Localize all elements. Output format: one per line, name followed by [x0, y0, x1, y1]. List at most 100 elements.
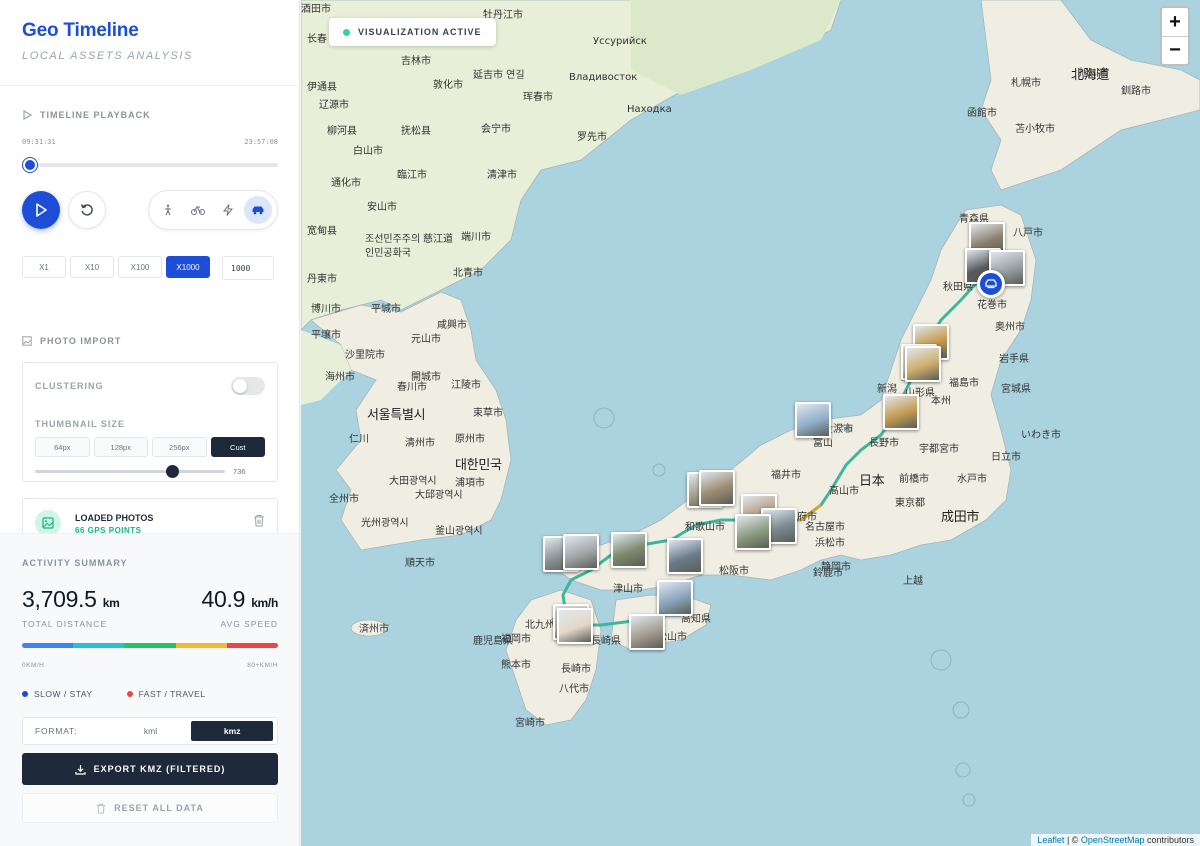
osm-link[interactable]: OpenStreetMap — [1081, 835, 1145, 845]
reset-all-button[interactable]: RESET ALL DATA — [22, 793, 278, 823]
download-icon — [74, 764, 86, 775]
app-title: Geo Timeline — [22, 20, 139, 41]
map-label: 成田市 — [941, 510, 980, 525]
photo-thumbnail[interactable] — [611, 532, 647, 568]
photo-thumbnail[interactable] — [905, 346, 941, 382]
map-label: 慈江道 — [423, 234, 453, 245]
photo-thumbnail[interactable] — [657, 580, 693, 616]
map-label: 北海道 — [1071, 68, 1110, 83]
map-label: 釧路市 — [1121, 86, 1151, 97]
map-label: 春川市 — [397, 382, 427, 393]
map-label: 吉林市 — [401, 56, 431, 67]
export-label: EXPORT KMZ (FILTERED) — [93, 764, 226, 774]
speed-button-x100[interactable]: X100 — [118, 256, 162, 278]
speed-button-x10[interactable]: X10 — [70, 256, 114, 278]
speed-min-label: 0KM/H — [22, 662, 45, 669]
map-label: 宮崎市 — [515, 718, 545, 729]
speed-unit: km/h — [251, 596, 278, 610]
bike-icon — [191, 206, 205, 215]
mode-car[interactable] — [244, 196, 272, 224]
mode-fast[interactable] — [214, 196, 242, 224]
map-label: 大田광역시 — [389, 476, 437, 487]
map-label: 東京都 — [895, 498, 925, 509]
thumb-size-128px[interactable]: 128px — [93, 437, 148, 457]
map-label: 束草市 — [473, 408, 503, 419]
format-label: FORMAT: — [35, 726, 78, 736]
timeline-slider[interactable] — [22, 158, 278, 172]
map-label: 花巻市 — [977, 300, 1007, 311]
distance-value: 3,709.5 — [22, 586, 97, 612]
photo-thumbnail[interactable] — [699, 470, 735, 506]
map-label: 罗先市 — [577, 132, 607, 143]
thumb-size-cust[interactable]: Cust — [210, 437, 265, 457]
map-label: Владивосток — [569, 72, 638, 83]
travel-mode-selector — [148, 190, 278, 230]
map-label: 宮城県 — [1001, 384, 1031, 395]
visualization-badge: VISUALIZATION ACTIVE — [329, 18, 496, 46]
zoom-out-button[interactable]: − — [1162, 36, 1188, 64]
map-label: 平壤市 — [311, 330, 341, 341]
map-label: 인민공화국 — [365, 248, 411, 259]
current-position-marker[interactable] — [977, 270, 1005, 298]
clustering-toggle[interactable] — [231, 377, 265, 395]
map-label: 福井市 — [771, 470, 801, 481]
thumb-size-256px[interactable]: 256px — [152, 437, 207, 457]
photo-thumbnail[interactable] — [563, 534, 599, 570]
map-label: 順天市 — [405, 558, 435, 569]
map-label: いわき市 — [1021, 430, 1061, 441]
clear-photos-button[interactable] — [253, 514, 265, 532]
map-label: 長崎市 — [561, 664, 591, 675]
map-label: 熊本市 — [501, 660, 531, 671]
format-option-kmz[interactable]: kmz — [191, 721, 274, 741]
map-label: 浦項市 — [455, 478, 485, 489]
photo-thumbnail[interactable] — [557, 608, 593, 644]
thumbnail-size-slider[interactable] — [35, 465, 225, 478]
speed-button-x1[interactable]: X1 — [22, 256, 66, 278]
start-time: 09:31:31 — [22, 138, 56, 146]
photo-thumbnail[interactable] — [629, 614, 665, 650]
reset-button[interactable] — [68, 191, 106, 229]
map-label: 奥州市 — [995, 322, 1025, 333]
photo-import-header: PHOTO IMPORT — [22, 336, 278, 346]
timeline-thumb[interactable] — [22, 158, 37, 172]
play-button[interactable] — [22, 191, 60, 229]
photo-thumbnail[interactable] — [795, 402, 831, 438]
activity-summary: ACTIVITY SUMMARY 3,709.5 km TOTAL DISTAN… — [0, 533, 299, 846]
map-label: 本州 — [931, 396, 951, 407]
custom-speed-input[interactable] — [222, 256, 274, 280]
distance-label: TOTAL DISTANCE — [22, 619, 108, 629]
photo-thumbnail[interactable] — [883, 394, 919, 430]
map-label: 博川市 — [311, 304, 341, 315]
map-label: 光州광역시 — [361, 518, 409, 529]
legend-slow-label: SLOW / STAY — [34, 689, 93, 699]
map-label: 苫小牧市 — [1015, 124, 1055, 135]
map-label: 松阪市 — [719, 566, 749, 577]
summary-stats: 3,709.5 km TOTAL DISTANCE 40.9 km/h AVG … — [22, 586, 278, 629]
trash-icon — [96, 803, 106, 814]
gradient-segment — [175, 643, 227, 648]
export-button[interactable]: EXPORT KMZ (FILTERED) — [22, 753, 278, 785]
leaflet-link[interactable]: Leaflet — [1037, 835, 1064, 845]
car-icon — [252, 206, 264, 215]
zoom-in-button[interactable]: + — [1162, 8, 1188, 36]
mode-bike[interactable] — [184, 196, 212, 224]
format-option-kml[interactable]: kml — [110, 721, 192, 741]
thumb-size-64px[interactable]: 64px — [35, 437, 90, 457]
timeline-track — [22, 163, 278, 167]
map-label: 伊通县 — [307, 82, 337, 93]
map-label: 대한민국 — [455, 458, 502, 473]
distance-value-row: 3,709.5 km — [22, 586, 120, 613]
photo-thumbnail[interactable] — [735, 514, 771, 550]
photo-thumbnail[interactable] — [667, 538, 703, 574]
speed-button-x1000[interactable]: X1000 — [166, 256, 210, 278]
map-label: 札幌市 — [1011, 78, 1041, 89]
map-view[interactable]: 牡丹江市 Уссурийск 长春 吉林市 延吉市 연길 Владивосток Наход… — [301, 0, 1200, 846]
loaded-photos-label: LOADED PHOTOS — [75, 513, 154, 523]
mode-walk[interactable] — [154, 196, 182, 224]
speed-scale: 0KM/H 80+KM/H — [22, 662, 278, 669]
bolt-icon — [223, 204, 233, 216]
clustering-row: CLUSTERING — [35, 377, 265, 395]
thumbnail-size-thumb[interactable] — [165, 465, 179, 478]
map-label: 延吉市 연길 — [473, 70, 525, 81]
gradient-segment — [73, 643, 125, 648]
